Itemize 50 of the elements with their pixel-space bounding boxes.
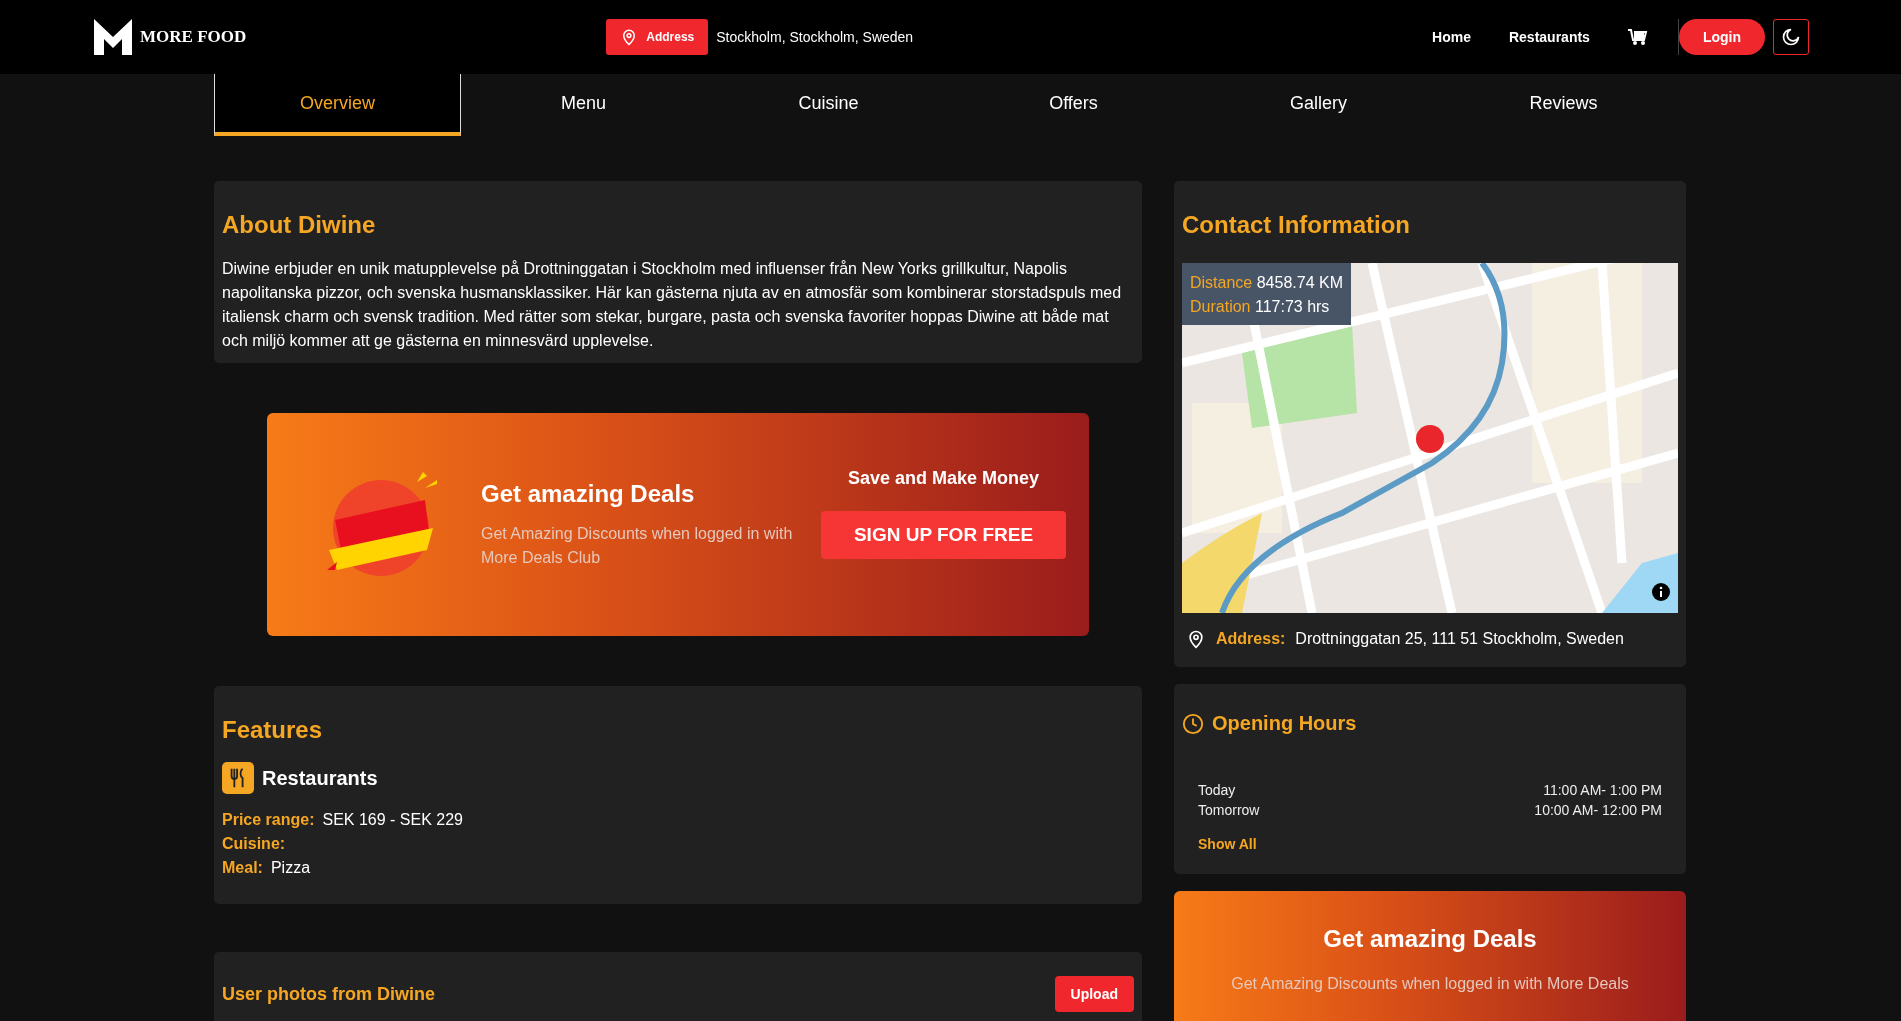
- moon-icon: [1781, 27, 1801, 47]
- section-title: About Diwine: [222, 211, 377, 239]
- current-location: Stockholm, Stockholm, Sweden: [716, 29, 914, 45]
- feature-label: Meal:: [222, 858, 263, 878]
- section-title: Opening Hours: [1212, 712, 1357, 735]
- info-value: 117:73 hrs: [1254, 298, 1330, 315]
- sign-up-button[interactable]: SIGN UP FOR FREE: [821, 511, 1066, 559]
- cart-icon[interactable]: [1627, 28, 1648, 46]
- feature-value: Pizza: [270, 858, 311, 878]
- tab[interactable]: Overview: [214, 74, 461, 136]
- fork-knife-icon: [222, 762, 254, 794]
- info-label: Distance: [1190, 274, 1253, 291]
- tab[interactable]: Offers: [951, 74, 1196, 136]
- banner-text: Get Amazing Discounts when logged in with More Deals Club: [481, 523, 794, 568]
- info-value: 8458.74 KM: [1256, 274, 1343, 291]
- deals-title: Get amazing Deals: [1323, 925, 1537, 953]
- hours-value: 11:00 AM- 1:00 PM: [1543, 781, 1662, 800]
- show-all-link[interactable]: Show All: [1198, 836, 1257, 852]
- tab[interactable]: Menu: [461, 74, 706, 136]
- info-icon[interactable]: [1652, 583, 1670, 601]
- location-pin-icon: [1186, 629, 1206, 649]
- tab[interactable]: Gallery: [1196, 74, 1441, 136]
- feature-label: Cuisine:: [222, 834, 286, 854]
- banner-title: Get amazing Deals: [481, 479, 696, 508]
- about-text: Diwine erbjuder en unik matupplevelse på Drottninggatan i Stockholm med influenser från New Yorks grillkultur, Napolis napolitanska pizzor, och svenska husmansklassiker. Här kan gästerna njuta av en atmosfär som kombinerar storstadspuls med italiensk charm och svensk tradition. Med rätter som stekar, burgare, pasta och svenska favoriter hoppas Diwine att både mat och miljö kommer att ge gästerna en minnesvärd upplevelse.: [222, 259, 1123, 351]
- logo-icon: [92, 17, 134, 57]
- login-button[interactable]: Login: [1678, 19, 1765, 55]
- brand-name: MORE FOOD: [140, 27, 247, 47]
- feature-category: Restaurants: [262, 766, 378, 790]
- hours-value: 10:00 AM- 12:00 PM: [1534, 801, 1662, 820]
- upload-button[interactable]: Upload: [1054, 976, 1134, 1012]
- address-button[interactable]: Address: [606, 19, 709, 55]
- feature-value: SEK 169 - SEK 229: [322, 810, 463, 830]
- banner-subtitle: Save and Make Money: [847, 468, 1040, 489]
- section-title: Contact Information: [1182, 211, 1411, 239]
- address-value: Drottninggatan 25, 111 51 Stockholm, Sweden: [1295, 630, 1624, 648]
- nav-link[interactable]: Restaurants: [1508, 29, 1590, 45]
- feature-label: Price range:: [222, 810, 315, 830]
- deals-text: Get Amazing Discounts when logged in with More Deals: [1231, 975, 1629, 993]
- nav-link[interactable]: Home: [1432, 29, 1471, 45]
- section-title: User photos from Diwine: [222, 983, 437, 1005]
- day-label: Tomorrow: [1198, 801, 1260, 820]
- theme-toggle-button[interactable]: [1773, 19, 1809, 55]
- clock-icon: [1182, 712, 1204, 735]
- tab[interactable]: Cuisine: [706, 74, 951, 136]
- info-label: Duration: [1190, 298, 1251, 315]
- address-label: Address:: [1216, 630, 1286, 648]
- section-title: Features: [222, 716, 324, 744]
- day-label: Today: [1198, 781, 1236, 800]
- tab[interactable]: Reviews: [1441, 74, 1686, 136]
